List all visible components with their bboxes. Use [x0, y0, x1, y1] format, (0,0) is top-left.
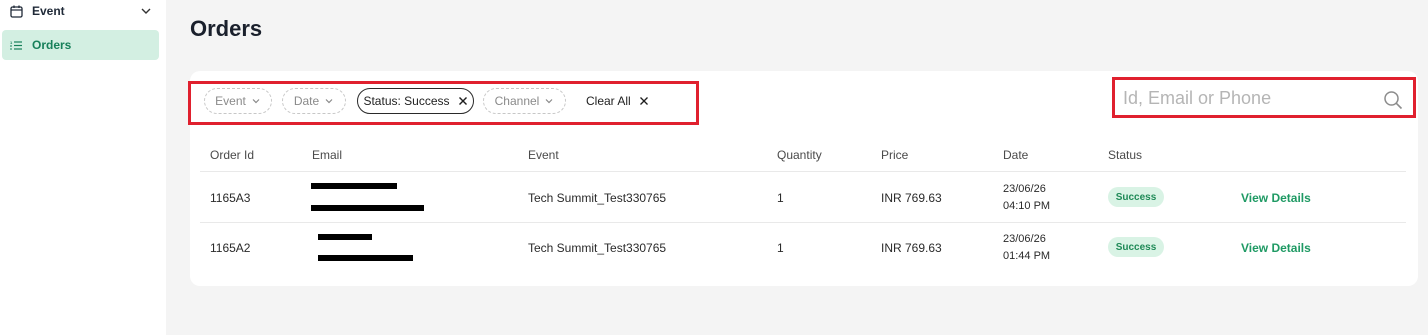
list-icon: 1: [8, 37, 24, 53]
order-id-cell: 1165A3: [210, 191, 251, 205]
filter-highlight-box: [188, 81, 699, 125]
view-details-link[interactable]: View Details: [1241, 191, 1311, 205]
sidebar-item-orders[interactable]: 1 Orders: [2, 30, 159, 60]
redacted-email-line: [318, 255, 413, 261]
svg-text:1: 1: [10, 40, 13, 45]
chevron-down-icon[interactable]: [139, 4, 153, 18]
calendar-icon: [8, 3, 24, 19]
date-value: 23/06/26: [1003, 183, 1046, 195]
sidebar-item-event[interactable]: Event: [2, 0, 159, 26]
event-cell: Tech Summit_Test330765: [528, 191, 667, 205]
time-value: 04:10 PM: [1003, 200, 1051, 212]
page-title: Orders: [190, 16, 263, 41]
redacted-email-line: [318, 234, 372, 240]
price-cell: INR 769.63: [881, 191, 942, 205]
quantity-cell: 1: [777, 191, 784, 205]
column-header-order-id: Order Id: [210, 148, 255, 162]
time-value: 01:44 PM: [1003, 250, 1051, 262]
redacted-email-line: [311, 205, 424, 211]
redacted-email-line: [311, 183, 397, 189]
search-box: [1112, 77, 1416, 118]
column-header-status: Status: [1108, 148, 1143, 162]
status-badge: Success: [1108, 187, 1164, 207]
event-cell: Tech Summit_Test330765: [528, 241, 667, 255]
sidebar: Event 1 Orders: [0, 0, 166, 335]
divider: [200, 171, 1406, 172]
date-cell: 23/06/26 01:44 PM: [1003, 231, 1050, 265]
column-header-date: Date: [1003, 148, 1029, 162]
column-header-price: Price: [881, 148, 909, 162]
date-value: 23/06/26: [1003, 233, 1046, 245]
column-header-event: Event: [528, 148, 559, 162]
search-icon[interactable]: [1383, 90, 1403, 110]
price-cell: INR 769.63: [881, 241, 942, 255]
date-cell: 23/06/26 04:10 PM: [1003, 181, 1050, 215]
sidebar-item-label: Orders: [32, 38, 72, 52]
column-header-email: Email: [312, 148, 343, 162]
quantity-cell: 1: [777, 241, 784, 255]
view-details-link[interactable]: View Details: [1241, 241, 1311, 255]
divider: [200, 222, 1406, 223]
order-id-cell: 1165A2: [210, 241, 251, 255]
search-input[interactable]: [1123, 84, 1373, 112]
column-header-quantity: Quantity: [777, 148, 822, 162]
status-badge: Success: [1108, 237, 1164, 257]
sidebar-item-label: Event: [32, 4, 65, 18]
